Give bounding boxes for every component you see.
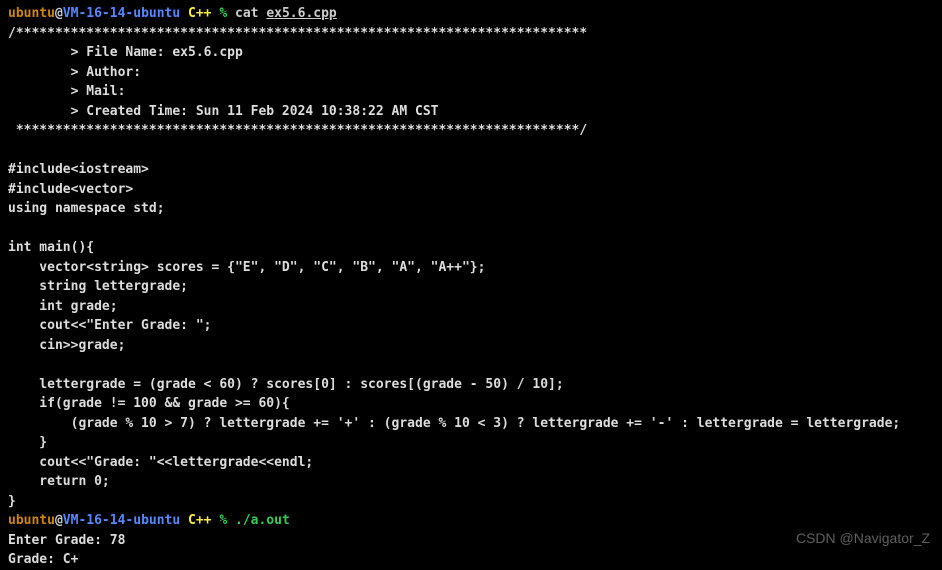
prompt-user: ubuntu xyxy=(8,6,55,21)
prompt-path: C++ xyxy=(180,513,219,528)
prompt-host: VM-16-14-ubuntu xyxy=(63,513,180,528)
code-line-7 xyxy=(8,141,934,161)
code-line-6: ****************************************… xyxy=(8,121,934,141)
prompt-user: ubuntu xyxy=(8,513,55,528)
code-line-21: (grade % 10 > 7) ? lettergrade += '+' : … xyxy=(8,414,934,434)
code-line-12: int main(){ xyxy=(8,238,934,258)
code-line-18 xyxy=(8,355,934,375)
command-filename: ex5.6.cpp xyxy=(266,6,336,21)
prompt-at: @ xyxy=(55,513,63,528)
code-line-3: > Author: xyxy=(8,63,934,83)
code-line-20: if(grade != 100 && grade >= 60){ xyxy=(8,394,934,414)
code-line-8: #include<iostream> xyxy=(8,160,934,180)
prompt-at: @ xyxy=(55,6,63,21)
code-line-2: > File Name: ex5.6.cpp xyxy=(8,43,934,63)
prompt-path: C++ xyxy=(180,6,219,21)
prompt-symbol: % xyxy=(219,6,235,21)
code-line-14: string lettergrade; xyxy=(8,277,934,297)
code-line-10: using namespace std; xyxy=(8,199,934,219)
code-line-11 xyxy=(8,219,934,239)
command-exec: ./a.out xyxy=(235,513,290,528)
code-line-22: } xyxy=(8,433,934,453)
code-line-23: cout<<"Grade: "<<lettergrade<<endl; xyxy=(8,453,934,473)
code-line-1: /***************************************… xyxy=(8,24,934,44)
code-line-25: } xyxy=(8,492,934,512)
code-line-5: > Created Time: Sun 11 Feb 2024 10:38:22… xyxy=(8,102,934,122)
code-line-19: lettergrade = (grade < 60) ? scores[0] :… xyxy=(8,375,934,395)
code-line-13: vector<string> scores = {"E", "D", "C", … xyxy=(8,258,934,278)
code-line-16: cout<<"Enter Grade: "; xyxy=(8,316,934,336)
code-line-24: return 0; xyxy=(8,472,934,492)
code-line-17: cin>>grade; xyxy=(8,336,934,356)
prompt-symbol: % xyxy=(219,513,235,528)
code-line-4: > Mail: xyxy=(8,82,934,102)
output-line-2: Grade: C+ xyxy=(8,550,934,570)
command-cat: cat xyxy=(235,6,266,21)
prompt-host: VM-16-14-ubuntu xyxy=(63,6,180,21)
prompt-line-1[interactable]: ubuntu@VM-16-14-ubuntu C++ % cat ex5.6.c… xyxy=(8,4,934,24)
watermark: CSDN @Navigator_Z xyxy=(796,528,930,549)
code-line-9: #include<vector> xyxy=(8,180,934,200)
code-line-15: int grade; xyxy=(8,297,934,317)
